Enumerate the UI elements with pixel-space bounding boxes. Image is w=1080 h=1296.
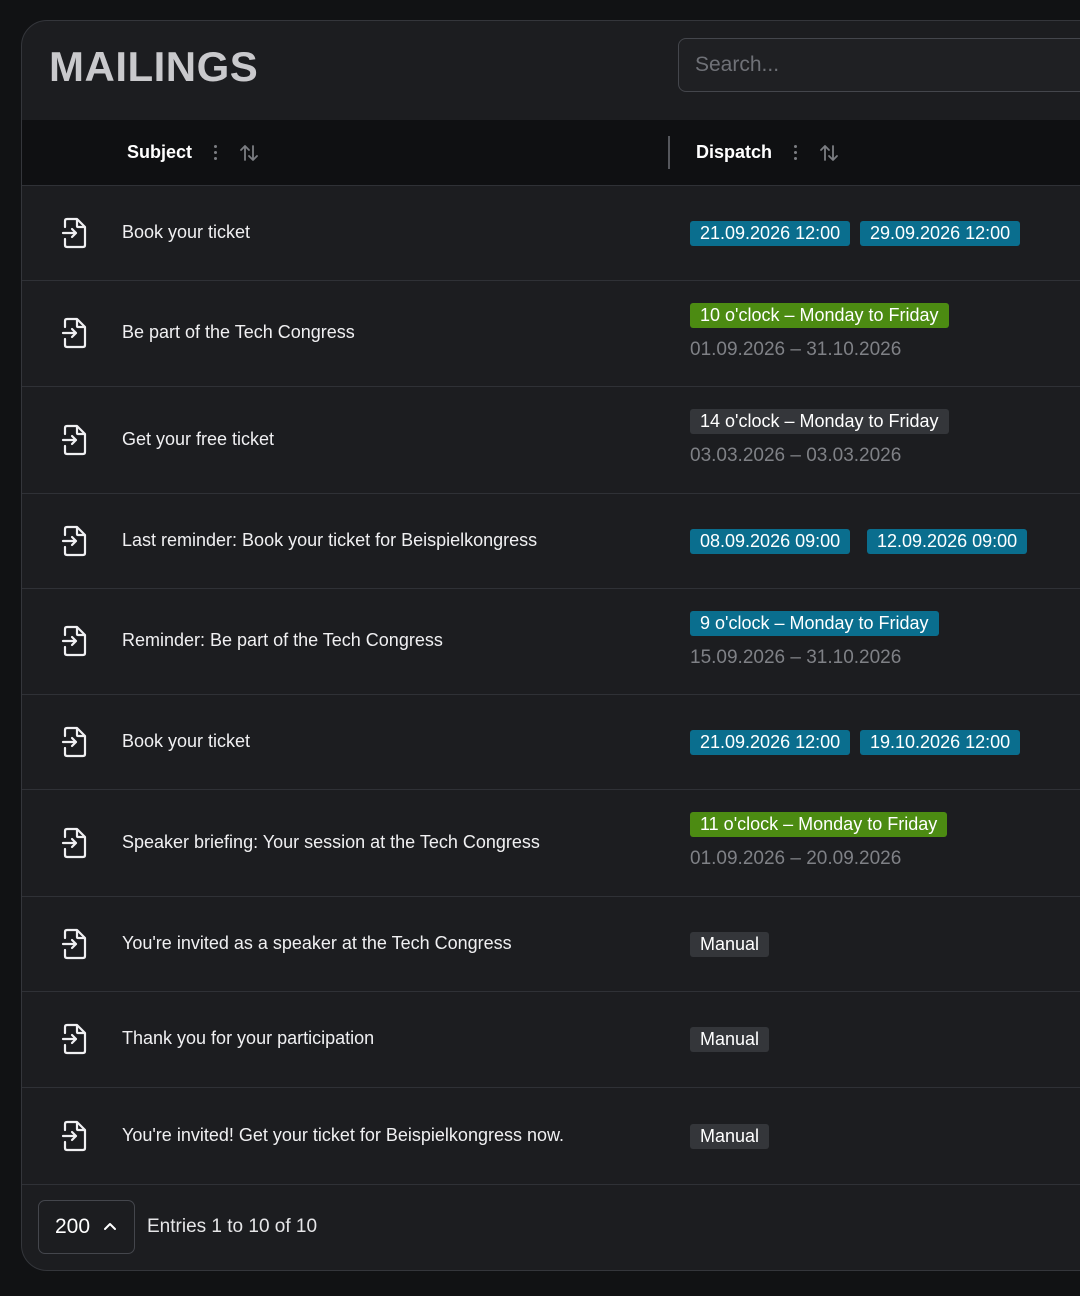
row-subject[interactable]: Thank you for your participation — [122, 1028, 374, 1049]
dispatch-badge: 9 o'clock – Monday to Friday — [690, 611, 939, 636]
table-row[interactable]: Thank you for your participation Manual — [22, 991, 1080, 1088]
row-subject[interactable]: Be part of the Tech Congress — [122, 322, 355, 343]
dispatch-badge: 21.09.2026 12:00 — [690, 729, 851, 755]
dispatch-badge: Manual — [690, 931, 770, 957]
dispatch-badge: Manual — [690, 1123, 770, 1149]
column-resize-handle[interactable] — [668, 136, 670, 169]
dispatch-badge: 12.09.2026 09:00 — [867, 528, 1028, 554]
dispatch-badge: 14 o'clock – Monday to Friday — [690, 409, 949, 434]
column-header-dispatch-label: Dispatch — [696, 142, 773, 162]
column-header-dispatch[interactable]: Dispatch — [696, 120, 840, 185]
dispatch-badge: 11 o'clock – Monday to Friday — [690, 812, 948, 837]
file-export-icon[interactable] — [60, 524, 90, 558]
row-subject[interactable]: Speaker briefing: Your session at the Te… — [122, 832, 540, 853]
dispatch-badge: 08.09.2026 09:00 — [690, 528, 851, 554]
table-footer: 200 Entries 1 to 10 of 10 — [22, 1184, 1080, 1270]
search-input[interactable] — [678, 38, 1080, 92]
dispatch-date-range: 01.09.2026 – 31.10.2026 — [690, 339, 902, 360]
file-export-icon[interactable] — [60, 216, 90, 250]
page-header: MAILINGS — [22, 21, 1080, 121]
chevron-up-icon — [104, 1223, 117, 1230]
column-header-subject-label: Subject — [127, 142, 193, 162]
row-subject[interactable]: Book your ticket — [122, 222, 250, 243]
dispatch-badge: Manual — [690, 1027, 770, 1052]
file-export-icon[interactable] — [60, 1119, 90, 1153]
dispatch-date-range: 01.09.2026 – 20.09.2026 — [690, 848, 902, 869]
entries-count: Entries 1 to 10 of 10 — [147, 1216, 318, 1237]
row-subject[interactable]: Reminder: Be part of the Tech Congress — [122, 630, 443, 651]
file-export-icon[interactable] — [60, 624, 90, 658]
file-export-icon[interactable] — [60, 725, 90, 759]
table-row[interactable]: Reminder: Be part of the Tech Congress 9 … — [22, 588, 1080, 695]
table-header: Subject Dispatch — [22, 120, 1080, 186]
dispatch-badge: 19.10.2026 12:00 — [860, 729, 1021, 755]
dispatch-badge: 21.09.2026 12:00 — [690, 220, 851, 246]
file-export-icon[interactable] — [60, 826, 90, 860]
row-subject[interactable]: You're invited as a speaker at the Tech … — [122, 933, 512, 954]
file-export-icon[interactable] — [60, 927, 90, 961]
column-menu-icon[interactable] — [794, 145, 798, 160]
page-title: MAILINGS — [49, 43, 259, 90]
column-header-subject[interactable]: Subject — [127, 120, 260, 185]
dispatch-badge: 29.09.2026 12:00 — [860, 220, 1021, 246]
table-row[interactable]: You're invited as a speaker at the Tech … — [22, 896, 1080, 992]
table-row[interactable]: Book your ticket 21.09.2026 12:00 29.09.20… — [22, 185, 1080, 281]
table-row[interactable]: Be part of the Tech Congress 10 o'clock –… — [22, 280, 1080, 387]
sort-icon[interactable] — [238, 142, 260, 164]
file-export-icon[interactable] — [60, 1022, 90, 1056]
file-export-icon[interactable] — [60, 316, 90, 350]
page-size-select[interactable]: 200 — [38, 1200, 135, 1254]
page-size-value: 200 — [55, 1215, 91, 1238]
mailings-panel: MAILINGS Subject Dispatch Book your tick… — [21, 20, 1080, 1271]
file-export-icon[interactable] — [60, 423, 90, 457]
dispatch-date-range: 03.03.2026 – 03.03.2026 — [690, 445, 902, 466]
table-row[interactable]: Book your ticket 21.09.2026 12:00 19.10.20… — [22, 694, 1080, 790]
dispatch-date-range: 15.09.2026 – 31.10.2026 — [690, 647, 902, 668]
table-row[interactable]: You're invited! Get your ticket for Beis… — [22, 1087, 1080, 1185]
dispatch-badge: 10 o'clock – Monday to Friday — [690, 303, 949, 328]
sort-icon[interactable] — [818, 142, 840, 164]
row-subject[interactable]: Book your ticket — [122, 731, 250, 752]
row-subject[interactable]: You're invited! Get your ticket for Beis… — [122, 1125, 564, 1146]
row-subject[interactable]: Get your free ticket — [122, 429, 274, 450]
table-row[interactable]: Last reminder: Book your ticket for Beis… — [22, 493, 1080, 589]
table-row[interactable]: Get your free ticket 14 o'clock – Monday … — [22, 386, 1080, 494]
table-row[interactable]: Speaker briefing: Your session at the Te… — [22, 789, 1080, 897]
row-subject[interactable]: Last reminder: Book your ticket for Beis… — [122, 530, 537, 551]
column-menu-icon[interactable] — [214, 145, 218, 160]
